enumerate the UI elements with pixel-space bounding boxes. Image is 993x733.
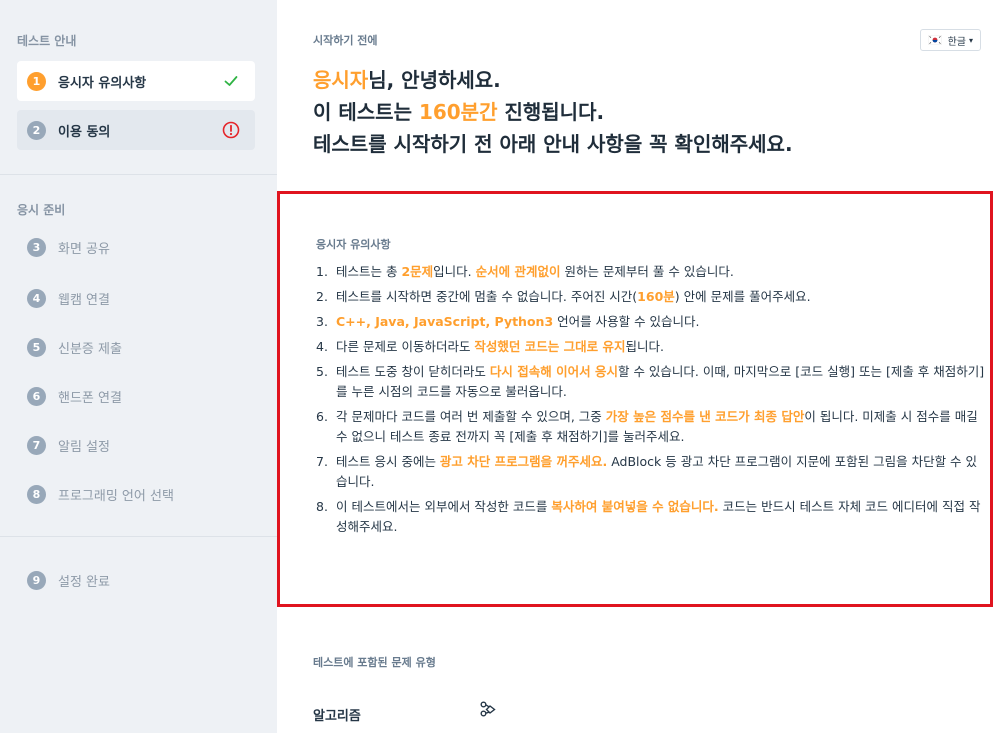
sidebar-item-id-submit[interactable]: 5 신분증 제출 [27, 335, 122, 359]
step-number: 6 [27, 386, 46, 406]
sidebar-item-label: 웹캠 연결 [58, 292, 110, 308]
problem-types-title: 테스트에 포함된 문제 유형 [313, 656, 436, 669]
sidebar-section-guide-title: 테스트 안내 [17, 34, 77, 48]
step-number: 4 [27, 288, 46, 308]
list-number: 8. [316, 499, 328, 514]
sidebar-item-label: 설정 완료 [58, 574, 110, 590]
list-number: 1. [316, 264, 328, 279]
sidebar-divider [0, 174, 277, 175]
step-number: 7 [27, 435, 46, 455]
sidebar-item-label: 이용 동의 [58, 124, 111, 140]
hero-line1: 님, 안녕하세요. [368, 68, 501, 92]
list-item: 8. 이 테스트에서는 외부에서 작성한 코드를 복사하여 붙여넣을 수 없습니… [316, 497, 986, 537]
hero-line2-pre: 이 테스트는 [313, 100, 419, 124]
sidebar-item-label: 화면 공유 [58, 241, 110, 257]
step-number: 5 [27, 337, 46, 357]
step-number: 1 [27, 71, 46, 91]
list-item: 7. 테스트 응시 중에는 광고 차단 프로그램을 꺼주세요. AdBlock … [316, 452, 986, 492]
page-title: 응시자님, 안녕하세요. 이 테스트는 160분간 진행됩니다. 테스트를 시작… [313, 64, 793, 160]
sidebar-item-notification[interactable]: 7 알림 설정 [27, 433, 110, 457]
step-number: 2 [27, 120, 46, 140]
highlight: 160분 [637, 289, 675, 304]
list-number: 4. [316, 339, 328, 354]
language-label: 한글 [947, 36, 966, 48]
hero-highlight-duration: 160분간 [418, 100, 498, 124]
hero-line3: 테스트를 시작하기 전 아래 안내 사항을 꼭 확인해주세요. [313, 132, 793, 156]
highlight: 다시 접속해 이어서 응시 [489, 364, 618, 379]
sidebar-item-webcam[interactable]: 4 웹캠 연결 [27, 286, 110, 310]
main-content: 시작하기 전에 한글 ▾ 응시자님, 안녕하세요. 이 테스트는 160분간 진… [277, 0, 993, 733]
page-crumb: 시작하기 전에 [313, 34, 378, 47]
text: 됩니다. [625, 339, 664, 354]
text: 이 테스트에서는 외부에서 작성한 코드를 [336, 499, 552, 514]
list-number: 5. [316, 364, 328, 379]
text: 테스트는 총 [336, 264, 402, 279]
list-item: 6. 각 문제마다 코드를 여러 번 제출할 수 있으며, 그중 가장 높은 점… [316, 407, 986, 447]
warning-icon [221, 120, 241, 140]
step-number: 3 [27, 237, 46, 257]
korea-flag-icon [927, 34, 942, 46]
list-item: 4. 다른 문제로 이동하더라도 작성했던 코드는 그대로 유지됩니다. [316, 337, 986, 357]
caret-down-icon: ▾ [968, 35, 973, 45]
text: 각 문제마다 코드를 여러 번 제출할 수 있으며, 그중 [336, 409, 606, 424]
highlight: 복사하여 붙여넣을 수 없습니다. [551, 499, 719, 514]
list-number: 6. [316, 409, 328, 424]
highlight: 2문제 [401, 264, 434, 279]
text: 원하는 문제부터 풀 수 있습니다. [560, 264, 734, 279]
sidebar-item-phone-connect[interactable]: 6 핸드폰 연결 [27, 384, 122, 408]
highlight: 작성했던 코드는 그대로 유지 [474, 339, 626, 354]
highlight: 가장 높은 점수를 낸 코드가 최종 답안 [605, 409, 805, 424]
text: 테스트를 시작하면 중간에 멈출 수 없습니다. 주어진 시간( [336, 289, 638, 304]
sidebar-item-label: 응시자 유의사항 [58, 75, 147, 91]
hero-line2-post: 진행됩니다. [497, 100, 605, 124]
sidebar-item-setup-complete[interactable]: 9 설정 완료 [27, 568, 110, 592]
sidebar-item-candidate-notice[interactable]: 1 응시자 유의사항 [17, 61, 255, 101]
sidebar-item-label: 프로그래밍 언어 선택 [58, 488, 174, 504]
notice-title: 응시자 유의사항 [316, 238, 391, 251]
notice-list: 1. 테스트는 총 2문제입니다. 순서에 관계없이 원하는 문제부터 풀 수 … [316, 262, 986, 542]
step-number: 8 [27, 484, 46, 504]
problem-type-algorithm: 알고리즘 [313, 709, 361, 724]
sidebar: 테스트 안내 1 응시자 유의사항 2 이용 동의 응시 준비 3 화면 공유 … [0, 0, 277, 733]
highlight: C++, Java, JavaScript, Python3 [336, 314, 554, 329]
sidebar-item-terms-agreement[interactable]: 2 이용 동의 [17, 110, 255, 150]
text: 언어를 사용할 수 있습니다. [553, 314, 700, 329]
highlight: 순서에 관계없이 [475, 264, 561, 279]
list-item: 3. C++, Java, JavaScript, Python3 언어를 사용… [316, 312, 986, 332]
sidebar-item-label: 핸드폰 연결 [58, 390, 122, 406]
text: 테스트 응시 중에는 [336, 454, 440, 469]
text: 테스트 도중 창이 닫히더라도 [336, 364, 490, 379]
sidebar-item-language-select[interactable]: 8 프로그래밍 언어 선택 [27, 482, 174, 506]
hero-highlight-candidate: 응시자 [313, 68, 369, 92]
sidebar-divider [0, 536, 277, 537]
text: 입니다. [433, 264, 476, 279]
text: ) 안에 문제를 풀어주세요. [674, 289, 811, 304]
list-item: 2. 테스트를 시작하면 중간에 멈출 수 없습니다. 주어진 시간(160분)… [316, 287, 986, 307]
list-number: 2. [316, 289, 328, 304]
sidebar-section-prep-title: 응시 준비 [17, 203, 66, 217]
language-dropdown[interactable]: 한글 ▾ [919, 29, 981, 51]
highlight: 광고 차단 프로그램을 꺼주세요. [439, 454, 608, 469]
check-icon [221, 71, 241, 91]
sidebar-item-screen-share[interactable]: 3 화면 공유 [27, 235, 110, 259]
sidebar-item-label: 신분증 제출 [58, 341, 122, 357]
step-number: 9 [27, 570, 46, 590]
sidebar-item-label: 알림 설정 [58, 439, 110, 455]
list-number: 3. [316, 314, 328, 329]
list-number: 7. [316, 454, 328, 469]
candidate-notice-panel: 응시자 유의사항 1. 테스트는 총 2문제입니다. 순서에 관계없이 원하는 … [277, 191, 993, 607]
text: 다른 문제로 이동하더라도 [336, 339, 475, 354]
list-item: 5. 테스트 도중 창이 닫히더라도 다시 접속해 이어서 응시할 수 있습니다… [316, 362, 986, 402]
algorithm-icon [479, 700, 497, 718]
list-item: 1. 테스트는 총 2문제입니다. 순서에 관계없이 원하는 문제부터 풀 수 … [316, 262, 986, 282]
